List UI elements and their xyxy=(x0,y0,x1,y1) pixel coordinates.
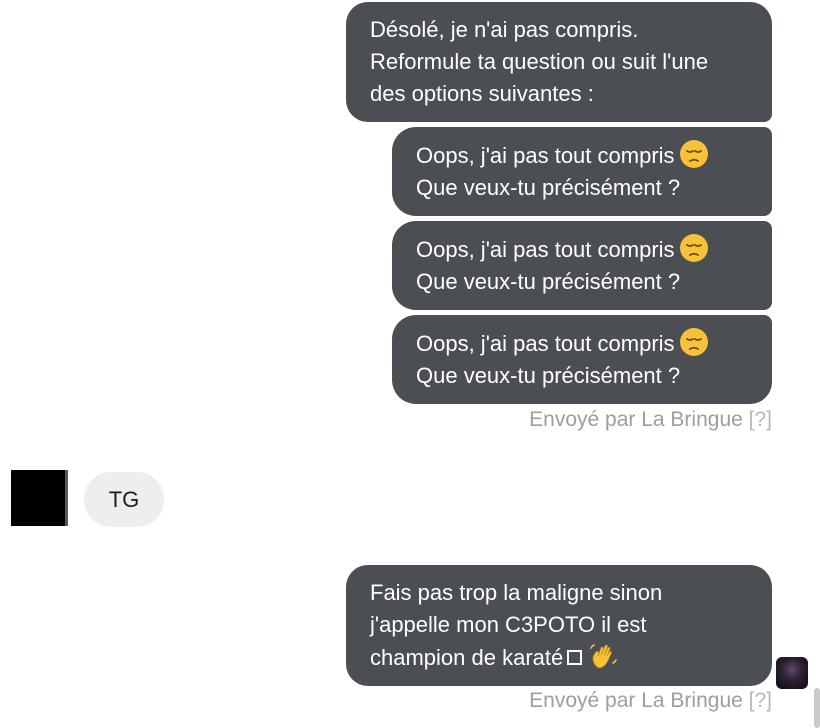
message-line: champion de karaté xyxy=(370,641,772,674)
sent-by-label: Envoyé par La Bringue [?] xyxy=(529,689,772,713)
sent-by-text: Envoyé par La Bringue xyxy=(529,408,743,431)
message-line: Désolé, je n'ai pas compris. xyxy=(370,17,639,42)
message-line: Fais pas trop la maligne sinon xyxy=(370,580,663,605)
bot-avatar xyxy=(776,657,808,689)
avatar xyxy=(11,470,68,526)
option-line: Que veux-tu précisément ? xyxy=(416,175,681,200)
message-line: Reformule ta question ou suit l'une xyxy=(370,49,709,74)
option-line: Que veux-tu précisément ? xyxy=(416,363,681,388)
missing-glyph-square xyxy=(567,650,583,665)
message-text: TG xyxy=(108,487,140,512)
pensive-face-emoji xyxy=(679,327,709,357)
message-line: j'appelle mon C3POTO il est xyxy=(370,612,647,637)
help-link[interactable]: [?] xyxy=(749,408,772,431)
scrollbar-thumb[interactable] xyxy=(814,688,820,728)
bot-message-bubble: Désolé, je n'ai pas compris. Reformule t… xyxy=(346,2,772,122)
option-text: Oops, j'ai pas tout compris xyxy=(416,331,675,356)
user-message-bubble: TG xyxy=(84,472,164,527)
message-line: des options suivantes : xyxy=(370,81,594,106)
option-bubble[interactable]: Oops, j'ai pas tout compris Que veux-tu … xyxy=(392,221,772,310)
waving-hand-emoji xyxy=(588,641,618,671)
pensive-face-emoji xyxy=(679,233,709,263)
option-line: Oops, j'ai pas tout compris xyxy=(416,327,772,360)
pensive-face-emoji xyxy=(679,139,709,169)
sent-by-label: Envoyé par La Bringue [?] xyxy=(529,408,772,432)
option-text: Oops, j'ai pas tout compris xyxy=(416,143,675,168)
option-text: Oops, j'ai pas tout compris xyxy=(416,237,675,262)
option-bubble[interactable]: Oops, j'ai pas tout compris Que veux-tu … xyxy=(392,315,772,404)
option-line: Que veux-tu précisément ? xyxy=(416,269,681,294)
bot-message-bubble: Fais pas trop la maligne sinon j'appelle… xyxy=(346,565,772,686)
option-line: Oops, j'ai pas tout compris xyxy=(416,139,772,172)
option-bubble[interactable]: Oops, j'ai pas tout compris Que veux-tu … xyxy=(392,127,772,216)
message-text: champion de karaté xyxy=(370,645,564,670)
option-line: Oops, j'ai pas tout compris xyxy=(416,233,772,266)
help-link[interactable]: [?] xyxy=(749,689,772,712)
sent-by-text: Envoyé par La Bringue xyxy=(529,689,743,712)
